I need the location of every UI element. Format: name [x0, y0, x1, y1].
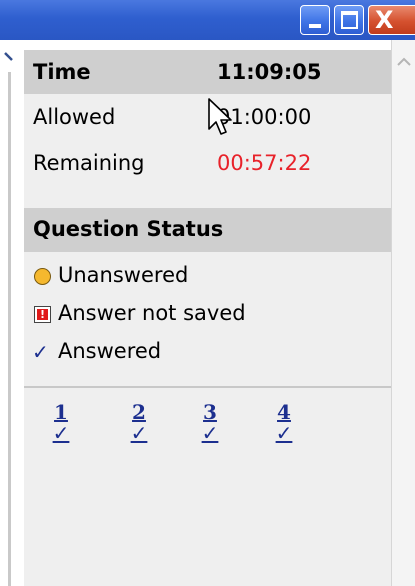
- legend-label: Answered: [58, 339, 162, 363]
- mouse-cursor-icon: [208, 98, 232, 135]
- question-status-header: Question Status: [24, 208, 391, 252]
- remaining-label: Remaining: [33, 151, 145, 175]
- chevron-down-icon[interactable]: [4, 50, 16, 64]
- vertical-scrollbar[interactable]: [391, 40, 415, 586]
- legend-label: Answer not saved: [58, 301, 246, 325]
- time-header: Time 11:09:05: [24, 50, 391, 94]
- minimize-icon: [309, 24, 321, 28]
- circle-icon: [34, 268, 51, 285]
- legend-item-answered: ✓ Answered: [24, 334, 391, 368]
- minimize-button[interactable]: [300, 5, 330, 35]
- time-label: Time: [33, 60, 91, 84]
- window-titlebar: X: [0, 0, 415, 40]
- remaining-row: Remaining 00:57:22: [24, 146, 391, 182]
- maximize-button[interactable]: [334, 5, 364, 35]
- warning-glyph: !: [40, 308, 46, 321]
- close-icon: X: [375, 6, 394, 34]
- allowed-label: Allowed: [33, 105, 116, 129]
- scroll-up-icon[interactable]: [394, 52, 414, 74]
- warning-icon: !: [34, 306, 51, 323]
- left-pane-border: [8, 72, 11, 586]
- legend-item-not-saved: ! Answer not saved: [24, 296, 391, 330]
- legend-item-unanswered: Unanswered: [24, 258, 391, 292]
- close-button[interactable]: X: [368, 5, 415, 35]
- question-link-3[interactable]: 3 ✓: [195, 401, 225, 443]
- question-link-2[interactable]: 2 ✓: [124, 401, 154, 443]
- question-number: 4: [277, 400, 291, 424]
- question-link-1[interactable]: 1 ✓: [46, 401, 76, 443]
- remaining-value: 00:57:22: [217, 151, 312, 175]
- check-icon: ✓: [130, 421, 148, 445]
- check-icon: ✓: [201, 421, 219, 445]
- question-number: 2: [132, 400, 146, 424]
- check-icon: ✓: [52, 421, 70, 445]
- current-time: 11:09:05: [217, 60, 322, 84]
- check-icon: ✓: [275, 421, 293, 445]
- exam-timer-window: X Time 11:09:05 Allowed 01:00:00 Remaini…: [0, 0, 415, 586]
- question-status-title: Question Status: [33, 217, 224, 241]
- divider: [24, 386, 391, 388]
- question-link-4[interactable]: 4 ✓: [269, 401, 299, 443]
- legend-label: Unanswered: [58, 263, 189, 287]
- check-icon: ✓: [32, 340, 49, 364]
- question-number: 1: [54, 400, 68, 424]
- question-number: 3: [203, 400, 217, 424]
- maximize-icon: [341, 11, 358, 29]
